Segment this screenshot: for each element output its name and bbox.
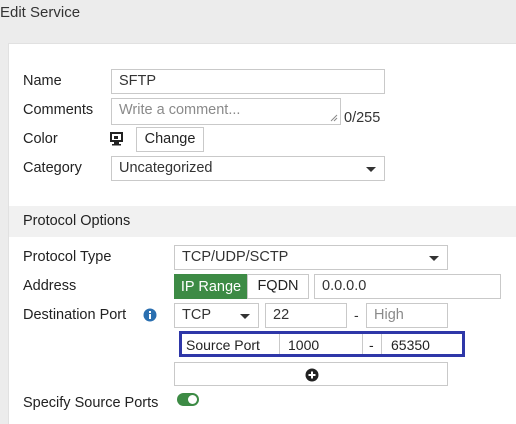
plus-circle-icon — [305, 368, 319, 382]
specify-source-ports-label: Specify Source Ports — [23, 395, 159, 411]
address-input[interactable]: 0.0.0.0 — [314, 274, 501, 299]
source-divider — [362, 334, 363, 354]
destination-port-high-input[interactable]: High — [366, 303, 448, 328]
toggle-knob — [188, 395, 197, 404]
add-source-port-button[interactable] — [174, 362, 448, 386]
address-iprange-toggle[interactable]: IP Range — [174, 274, 248, 299]
monitor-icon — [110, 132, 123, 146]
name-input[interactable]: SFTP — [111, 69, 385, 94]
destination-range-separator: - — [354, 307, 359, 323]
protocol-type-label: Protocol Type — [23, 249, 112, 265]
category-label: Category — [23, 160, 82, 176]
address-label: Address — [23, 278, 77, 294]
chevron-down-icon — [429, 256, 439, 261]
source-port-label: Source Port — [186, 337, 260, 353]
chevron-down-icon — [240, 314, 250, 319]
category-select[interactable]: Uncategorized — [111, 156, 385, 181]
name-label: Name — [23, 73, 62, 89]
destination-port-low-input[interactable]: 22 — [265, 303, 347, 328]
source-port-low-input[interactable]: 1000 — [288, 337, 320, 353]
category-value: Uncategorized — [119, 160, 213, 176]
protocol-type-value: TCP/UDP/SCTP — [182, 249, 289, 265]
comments-counter: 0/255 — [344, 110, 381, 126]
source-range-separator: - — [369, 337, 374, 353]
destination-protocol-value: TCP — [182, 307, 211, 323]
protocol-options-header: Protocol Options — [9, 206, 516, 237]
chevron-down-icon — [366, 167, 376, 172]
color-change-button[interactable]: Change — [136, 127, 204, 152]
comments-textarea[interactable]: Write a comment... — [111, 98, 341, 125]
source-divider — [381, 334, 382, 354]
address-fqdn-toggle[interactable]: FQDN — [247, 274, 309, 299]
color-label: Color — [23, 131, 58, 147]
resize-handle-icon[interactable] — [330, 114, 338, 122]
source-divider — [279, 334, 280, 354]
protocol-type-select[interactable]: TCP/UDP/SCTP — [174, 245, 448, 270]
window-title: Edit Service — [0, 0, 516, 28]
destination-port-high-placeholder: High — [374, 307, 404, 323]
specify-source-ports-toggle[interactable] — [177, 393, 199, 406]
comments-placeholder: Write a comment... — [119, 102, 241, 118]
destination-protocol-select[interactable]: TCP — [174, 303, 259, 328]
comments-label: Comments — [23, 102, 94, 118]
destination-port-label: Destination Port — [23, 307, 127, 323]
info-icon[interactable] — [143, 308, 157, 322]
source-port-high-input[interactable]: 65350 — [391, 337, 430, 353]
